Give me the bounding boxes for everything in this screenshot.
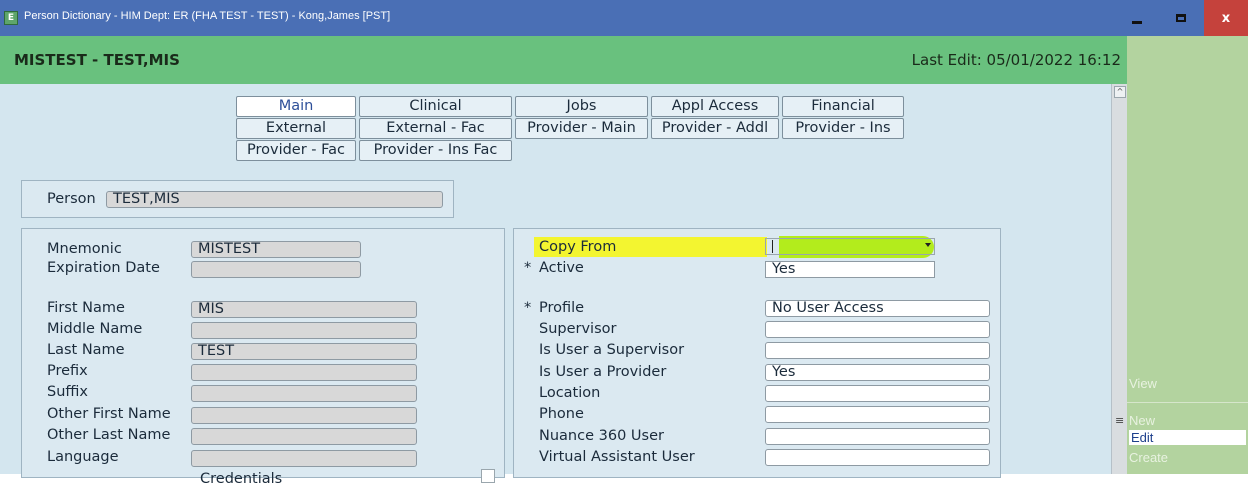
profile-label: Profile [539,300,585,316]
name-details-panel: Mnemonic MISTEST Expiration Date First N… [21,228,505,487]
language-field[interactable] [191,450,417,467]
record-header: MISTEST - TEST,MIS Last Edit: 05/01/2022… [0,36,1127,84]
last-name-field[interactable]: TEST [191,343,417,360]
chevron-down-icon[interactable] [925,243,931,247]
maximize-button[interactable] [1160,0,1202,36]
mnemonic-label: Mnemonic [47,241,122,257]
person-field[interactable]: TEST,MIS [106,191,443,208]
window-title: Person Dictionary - HIM Dept: ER (FHA TE… [24,10,391,22]
credentials-label: Credentials [200,471,283,487]
tab-provider-addl[interactable]: Provider - Addl [651,118,779,139]
copy-from-dropdown[interactable] [765,238,935,255]
virtual-assistant-user-field[interactable] [765,449,990,466]
first-name-label: First Name [47,300,125,316]
person-panel: Person TEST,MIS [21,180,454,218]
action-create[interactable]: Create [1129,450,1168,465]
phone-label: Phone [539,406,584,422]
first-name-field[interactable]: MIS [191,301,417,318]
is-user-supervisor-label: Is User a Supervisor [539,342,685,358]
tab-provider-fac[interactable]: Provider - Fac [236,140,356,161]
window-titlebar: E Person Dictionary - HIM Dept: ER (FHA … [0,0,1248,36]
tab-external-fac[interactable]: External - Fac [359,118,512,139]
prefix-field[interactable] [191,364,417,381]
middle-name-field[interactable] [191,322,417,339]
location-label: Location [539,385,601,401]
language-label: Language [47,449,119,465]
tab-clinical[interactable]: Clinical [359,96,512,117]
is-user-provider-label: Is User a Provider [539,364,667,380]
tab-jobs[interactable]: Jobs [515,96,648,117]
record-title: MISTEST - TEST,MIS [14,51,180,69]
user-settings-panel: Copy From * Active Yes * Profile No User… [513,228,1001,478]
phone-field[interactable] [765,406,990,423]
close-icon: x [1221,10,1231,26]
text-cursor [772,240,773,253]
scroll-up-icon[interactable]: ^ [1114,86,1126,98]
supervisor-label: Supervisor [539,321,617,337]
is-user-provider-field[interactable]: Yes [765,364,990,381]
action-new[interactable]: New [1129,413,1155,428]
nuance-360-user-label: Nuance 360 User [539,428,664,444]
suffix-label: Suffix [47,384,88,400]
tab-provider-main[interactable]: Provider - Main [515,118,648,139]
other-first-name-field[interactable] [191,407,417,424]
tab-external[interactable]: External [236,118,356,139]
action-edit[interactable]: Edit [1129,430,1246,445]
tab-main[interactable]: Main [236,96,356,117]
tab-provider-ins[interactable]: Provider - Ins [782,118,904,139]
scroll-grip-icon[interactable]: ≡ [1115,414,1124,427]
active-field[interactable]: Yes [765,261,935,278]
last-edit-timestamp: Last Edit: 05/01/2022 16:12 [911,51,1121,69]
action-panel: View New Edit Create [1127,36,1248,474]
profile-field[interactable]: No User Access [765,300,990,317]
last-name-label: Last Name [47,342,125,358]
credentials-checkbox[interactable] [481,469,495,483]
other-first-name-label: Other First Name [47,406,171,422]
tab-provider-ins-fac[interactable]: Provider - Ins Fac [359,140,512,161]
maximize-icon [1176,14,1186,22]
profile-required-marker: * [524,300,532,316]
is-user-supervisor-field[interactable] [765,342,990,359]
minimize-icon [1132,20,1142,24]
close-button[interactable]: x [1204,0,1248,36]
tab-appl-access[interactable]: Appl Access [651,96,779,117]
virtual-assistant-user-label: Virtual Assistant User [539,449,695,465]
other-last-name-label: Other Last Name [47,427,171,443]
nuance-360-user-field[interactable] [765,428,990,445]
content-area: Main Clinical Jobs Appl Access Financial… [0,84,1111,487]
other-last-name-field[interactable] [191,428,417,445]
copy-from-label: Copy From [539,239,617,255]
expiration-date-field[interactable] [191,261,361,278]
supervisor-field[interactable] [765,321,990,338]
person-label: Person [47,191,96,207]
suffix-field[interactable] [191,385,417,402]
minimize-button[interactable] [1116,0,1158,36]
active-required-marker: * [524,260,532,276]
action-divider [1127,402,1248,403]
active-label: Active [539,260,584,276]
location-field[interactable] [765,385,990,402]
middle-name-label: Middle Name [47,321,143,337]
tab-financial[interactable]: Financial [782,96,904,117]
mnemonic-field[interactable]: MISTEST [191,241,361,258]
vertical-scrollbar[interactable]: ^ ≡ [1111,84,1127,474]
app-icon: E [4,11,18,25]
prefix-label: Prefix [47,363,88,379]
action-view[interactable]: View [1129,376,1157,391]
expiration-date-label: Expiration Date [47,260,160,276]
